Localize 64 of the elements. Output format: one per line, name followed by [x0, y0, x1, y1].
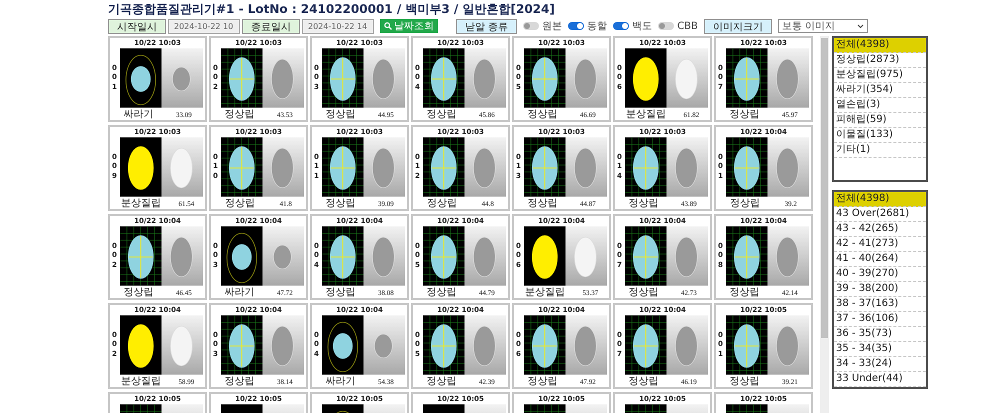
grain-class: 정상립	[224, 376, 254, 388]
grain-class: 정상립	[729, 108, 760, 120]
grain-class: 정상립	[426, 376, 456, 388]
list-item[interactable]: 전체(4398)	[834, 38, 926, 53]
toggle-switch[interactable]: 동할	[568, 19, 608, 33]
toggle-switch[interactable]: 백도	[613, 19, 652, 33]
list-item[interactable]: 42 - 41(273)	[834, 237, 926, 252]
grain-class: 정상립	[730, 198, 760, 210]
list-item[interactable]: 35 - 34(35)	[834, 342, 926, 357]
grain-class: 정상립	[426, 108, 456, 120]
grain-class: 정상립	[527, 198, 558, 210]
toggle-switch[interactable]: 원본	[523, 19, 562, 33]
image-size-label: 이미지크기	[704, 18, 772, 34]
toggle-switch[interactable]: CBB	[658, 20, 698, 32]
list-item[interactable]: 싸라기(354)	[834, 83, 926, 98]
grain-class: 정상립	[729, 286, 760, 298]
list-item[interactable]: 열손립(3)	[834, 98, 926, 113]
grain-class: 정상립	[527, 376, 558, 388]
grain-class: 정상립	[325, 286, 356, 298]
grain-class: 정상립	[325, 108, 356, 120]
list-item[interactable]: 43 - 42(265)	[834, 222, 926, 237]
grain-class: 정상립	[628, 198, 658, 210]
list-item[interactable]: 37 - 36(106)	[834, 312, 926, 327]
start-date-field[interactable]: 2024-10-22 10	[168, 18, 240, 34]
caret-icon	[856, 24, 864, 28]
list-item[interactable]: 39 - 38(200)	[834, 282, 926, 297]
scrollbar[interactable]	[820, 36, 829, 413]
grain-class: 싸라기	[325, 376, 356, 388]
list-item[interactable]: 34 - 33(24)	[834, 357, 926, 372]
grain-class: 정상립	[628, 376, 658, 388]
grain-class: 싸라기	[224, 286, 254, 298]
grain-class: 정상립	[527, 108, 558, 120]
grain-class: 정상립	[426, 286, 456, 298]
list-item[interactable]: 이물질(133)	[834, 128, 926, 143]
list-item[interactable]: 피해립(59)	[834, 113, 926, 128]
list-item[interactable]: 36 - 35(73)	[834, 327, 926, 342]
grain-class: 분상질립	[120, 376, 161, 388]
grain-class: 분상질립	[524, 286, 565, 298]
grain-class: 정상립	[427, 198, 458, 210]
grain-class: 정상립	[225, 198, 256, 210]
list-item[interactable]: 38 - 37(163)	[834, 297, 926, 312]
list-item[interactable]: 40 - 39(270)	[834, 267, 926, 282]
grain-class: 정상립	[729, 376, 760, 388]
list-item[interactable]: 기타(1)	[834, 143, 926, 158]
list-item[interactable]: 33 Under(44)	[834, 372, 926, 387]
page-title: 기곡종합품질관리기#1 - LotNo : 24102200001 / 백미부3 / 일반혼합[2024]	[108, 1, 556, 18]
grain-class: 싸라기	[123, 108, 154, 120]
list-item[interactable]: 정상립(2873)	[834, 53, 926, 68]
list-item[interactable]: 43 Over(2681)	[834, 207, 926, 222]
end-label: 종료일시	[242, 18, 300, 34]
grain-class: 정상립	[325, 198, 356, 210]
grain-type-label: 낟알 종류	[456, 18, 518, 34]
list-item[interactable]: 전체(4398)	[834, 192, 926, 207]
grain-class: 정상립	[123, 286, 154, 298]
grain-class: 정상립	[628, 286, 658, 298]
search-icon	[384, 22, 392, 30]
start-label: 시작일시	[108, 18, 166, 34]
image-size-dropdown[interactable]: 보통 이미지	[778, 19, 868, 33]
list-item[interactable]: 41 - 40(264)	[834, 252, 926, 267]
end-date-field[interactable]: 2024-10-22 14	[302, 18, 374, 34]
grain-class: 분상질립	[120, 198, 161, 210]
grain-class: 정상립	[224, 108, 254, 120]
list-item[interactable]: 분상질립(975)	[834, 68, 926, 83]
grain-class: 분상질립	[626, 108, 666, 120]
